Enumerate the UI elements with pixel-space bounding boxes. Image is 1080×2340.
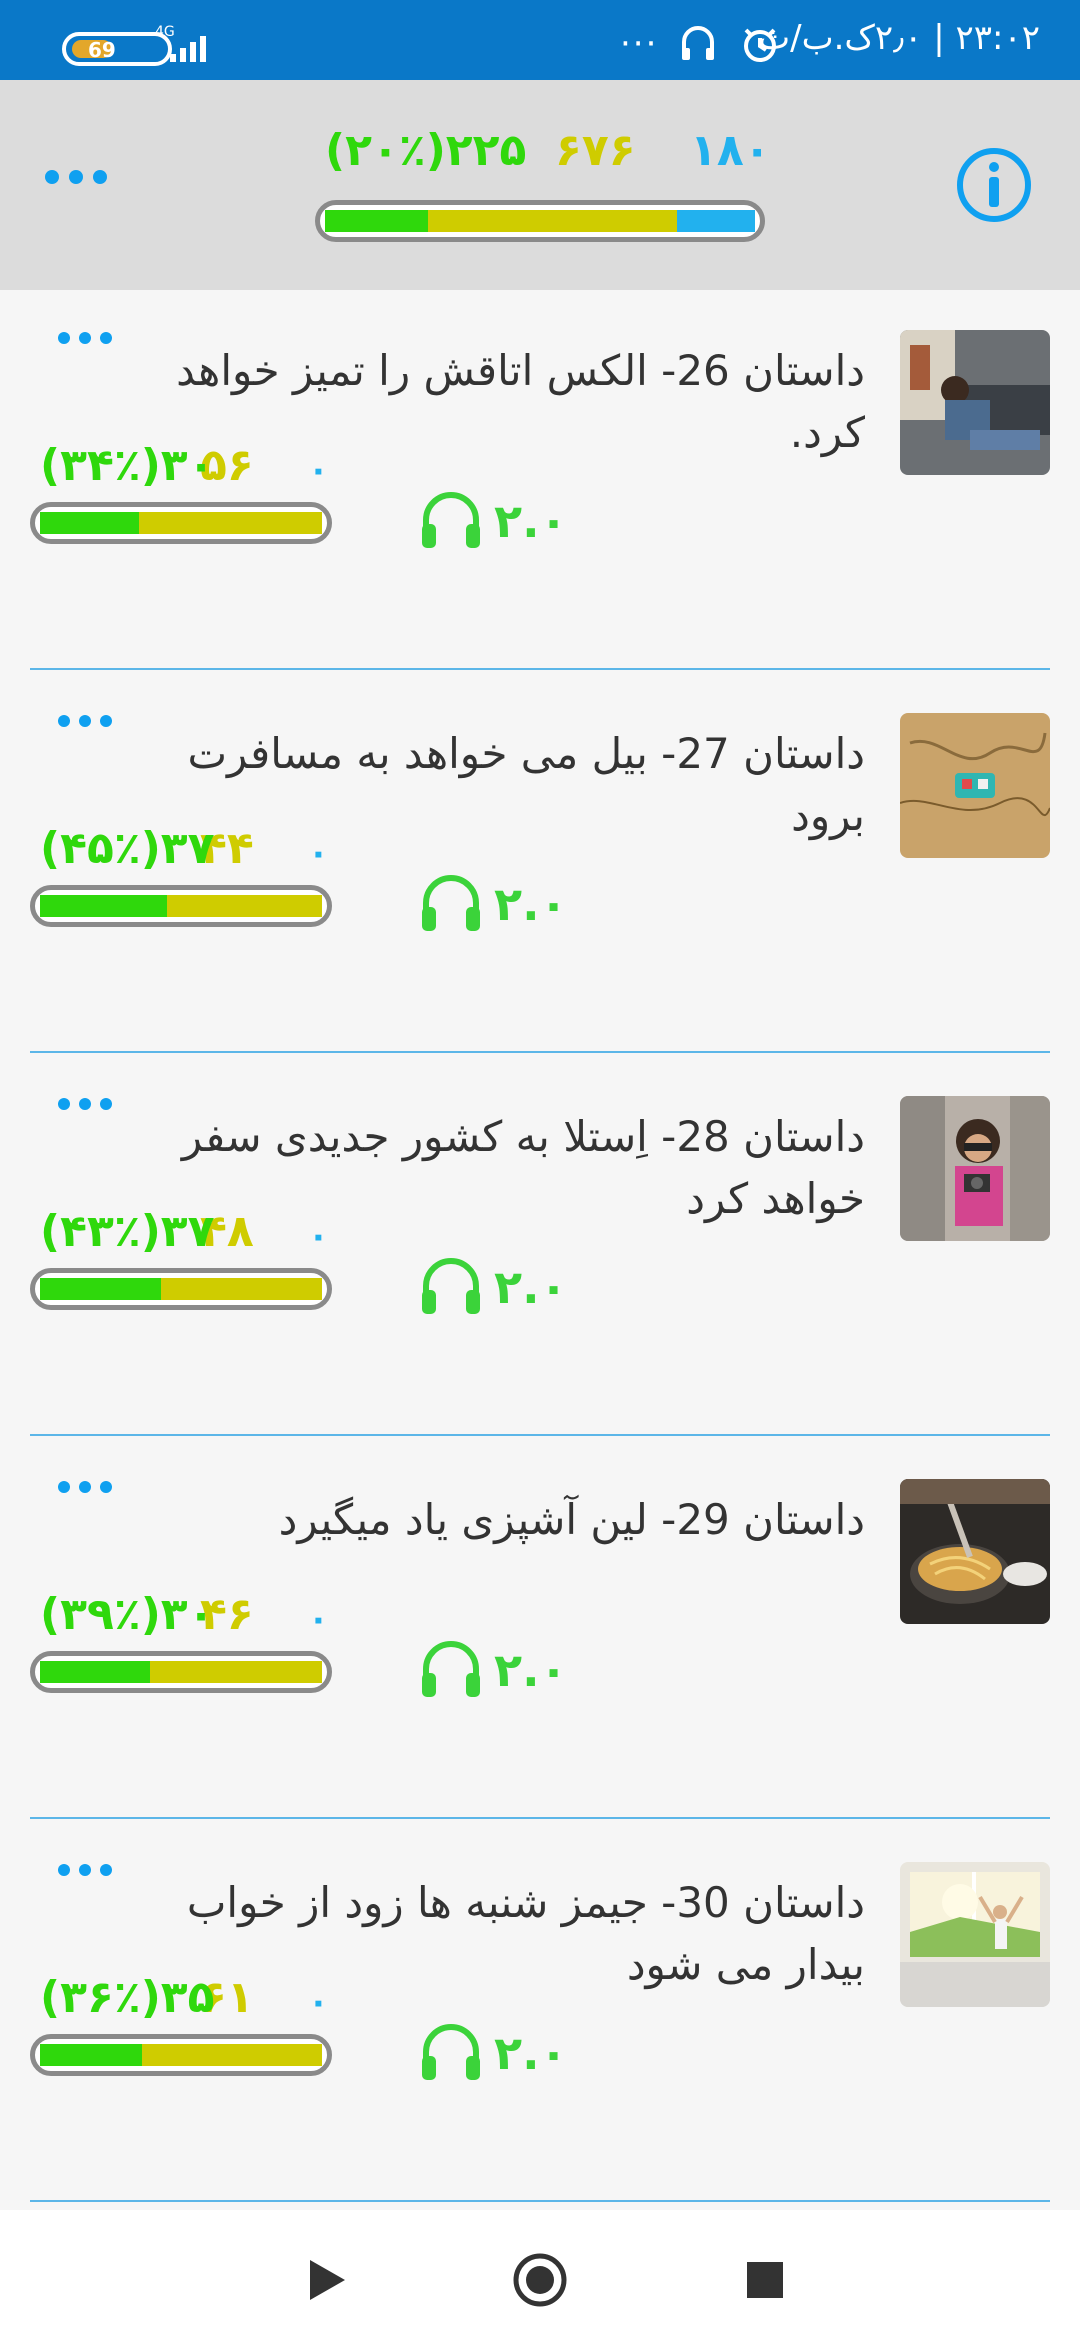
header-progress-yellow: [428, 210, 677, 232]
story-thumbnail[interactable]: [900, 713, 1050, 858]
story-rating-value: ۲.۰: [494, 494, 568, 548]
story-progress-bar: [30, 885, 332, 927]
story-stat-blue: ۰: [308, 450, 329, 490]
headphones-icon: [422, 2024, 480, 2080]
story-stat-green: ۳۰(۳۴٪): [40, 440, 215, 491]
battery-level: 69: [88, 38, 116, 62]
status-time: ۲۳:۰۲ | ۲٫۰ک.ب/ث: [758, 18, 1040, 58]
dot-icon: [100, 1864, 112, 1876]
signal-icon: [170, 36, 206, 62]
bottom-nav-bar: [0, 2210, 1080, 2340]
story-menu-button[interactable]: [58, 332, 112, 344]
story-progress-yellow: [161, 1278, 322, 1300]
headphones-icon: [422, 1258, 480, 1314]
story-menu-button[interactable]: [58, 1864, 112, 1876]
story-thumbnail[interactable]: [900, 330, 1050, 475]
dot-icon: [93, 170, 107, 184]
dot-icon: [69, 170, 83, 184]
story-progress-yellow: [142, 2044, 322, 2066]
info-icon[interactable]: [954, 145, 1034, 225]
story-row[interactable]: داستان 28- اِستلا به کشور جدیدی سفر خواه…: [30, 1056, 1050, 1436]
status-bar: 69 4G ··· ۲۳:۰۲ | ۲٫۰ک.ب/ث: [0, 0, 1080, 80]
header-progress-green: [325, 210, 428, 232]
dot-icon: [45, 170, 59, 184]
story-progress-green: [40, 512, 139, 534]
story-rating: ۲.۰: [418, 490, 568, 552]
headset-icon: [682, 26, 715, 60]
dot-icon: [100, 1098, 112, 1110]
story-progress-green: [40, 895, 167, 917]
story-stat-green: ۳۰(۳۹٪): [40, 1589, 215, 1640]
story-stat-blue: ۰: [308, 1599, 329, 1639]
stop-icon[interactable]: [735, 2250, 795, 2310]
headphones-icon: [422, 1641, 480, 1697]
story-thumbnail[interactable]: [900, 1479, 1050, 1624]
story-menu-button[interactable]: [58, 1481, 112, 1493]
record-icon[interactable]: [510, 2250, 570, 2310]
story-rating: ۲.۰: [418, 2022, 568, 2084]
story-progress-yellow: [139, 512, 322, 534]
story-title[interactable]: داستان 29- لین آشپزی یاد میگیرد: [165, 1489, 865, 1551]
story-menu-button[interactable]: [58, 1098, 112, 1110]
story-rating: ۲.۰: [418, 873, 568, 935]
story-menu-button[interactable]: [58, 715, 112, 727]
dot-icon: [58, 1864, 70, 1876]
story-progress-bar: [30, 2034, 332, 2076]
story-stat-green: ۳۷(۴۳٪): [40, 1206, 215, 1257]
story-progress-yellow: [167, 895, 322, 917]
story-rating-value: ۲.۰: [494, 1260, 568, 1314]
header-stat-blue: ۱۸۰: [690, 125, 771, 176]
header: ۱۸۰ ۶۷۶ ۲۲۵(۲۰٪): [0, 80, 1080, 290]
dot-icon: [100, 715, 112, 727]
story-thumbnail[interactable]: [900, 1096, 1050, 1241]
headphones-icon: [422, 492, 480, 548]
story-row[interactable]: داستان 29- لین آشپزی یاد میگیرد ۰ ۴۶ ۳۰(…: [30, 1439, 1050, 1819]
dot-icon: [100, 332, 112, 344]
dot-icon: [79, 1481, 91, 1493]
header-stat-green: ۲۲۵(۲۰٪): [325, 125, 527, 176]
story-rating: ۲.۰: [418, 1256, 568, 1318]
more-status-dots: ···: [620, 24, 659, 64]
header-progress-bar: [315, 200, 765, 242]
story-row[interactable]: داستان 26- الکس اتاقش را تمیز خواهد کرد.…: [30, 290, 1050, 670]
story-progress-bar: [30, 1651, 332, 1693]
headphones-icon: [422, 875, 480, 931]
dot-icon: [79, 1098, 91, 1110]
header-stats: ۱۸۰ ۶۷۶ ۲۲۵(۲۰٪): [320, 125, 771, 185]
story-rating-value: ۲.۰: [494, 2026, 568, 2080]
header-progress-blue: [677, 210, 755, 232]
story-rating: ۲.۰: [418, 1639, 568, 1701]
story-stat-blue: ۰: [308, 833, 329, 873]
dot-icon: [100, 1481, 112, 1493]
story-thumbnail[interactable]: [900, 1862, 1050, 2007]
dot-icon: [58, 332, 70, 344]
dot-icon: [58, 1481, 70, 1493]
story-rating-value: ۲.۰: [494, 1643, 568, 1697]
story-rating-value: ۲.۰: [494, 877, 568, 931]
story-stat-green: ۳۷(۴۵٪): [40, 823, 215, 874]
dot-icon: [79, 332, 91, 344]
header-stat-yellow: ۶۷۶: [555, 125, 636, 176]
dot-icon: [79, 715, 91, 727]
overflow-menu-button[interactable]: [45, 170, 125, 200]
story-progress-green: [40, 2044, 142, 2066]
story-progress-bar: [30, 1268, 332, 1310]
story-progress-yellow: [150, 1661, 322, 1683]
story-stat-blue: ۰: [308, 1982, 329, 2022]
dot-icon: [58, 1098, 70, 1110]
play-icon[interactable]: [295, 2250, 355, 2310]
dot-icon: [79, 1864, 91, 1876]
story-stat-blue: ۰: [308, 1216, 329, 1256]
story-progress-bar: [30, 502, 332, 544]
story-row[interactable]: داستان 30- جیمز شنبه ها زود از خواب بیدا…: [30, 1822, 1050, 2202]
story-progress-green: [40, 1661, 150, 1683]
story-stat-green: ۳۵(۳۶٪): [40, 1972, 215, 2023]
story-row[interactable]: داستان 27- بیل می خواهد به مسافرت برود ۰…: [30, 673, 1050, 1053]
dot-icon: [58, 715, 70, 727]
story-progress-green: [40, 1278, 161, 1300]
